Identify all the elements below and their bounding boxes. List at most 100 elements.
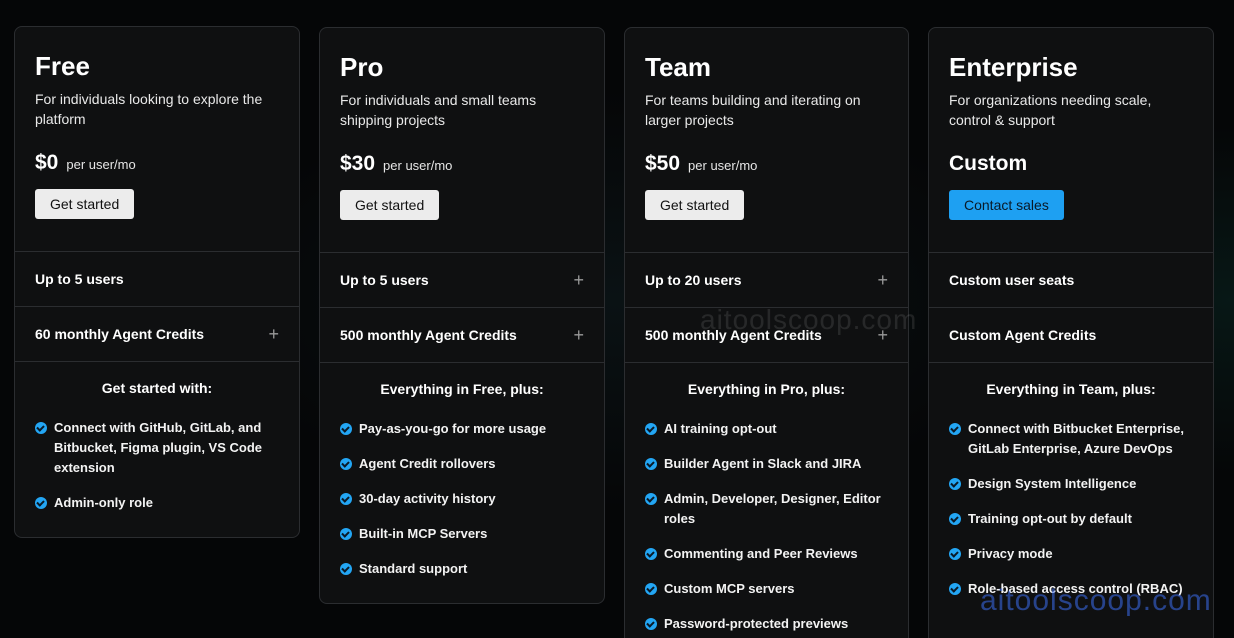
feature-label: Design System Intelligence xyxy=(968,476,1137,491)
features-section: Get started with: Connect with GitHub, G… xyxy=(15,361,299,537)
users-row[interactable]: Up to 5 users + xyxy=(320,252,604,307)
features-title: Everything in Free, plus: xyxy=(380,381,544,397)
check-circle-icon xyxy=(645,493,657,505)
check-circle-icon xyxy=(949,583,961,595)
check-circle-icon xyxy=(340,423,352,435)
credits-label: Custom Agent Credits xyxy=(949,327,1097,343)
check-circle-icon xyxy=(340,493,352,505)
price-row: Custom xyxy=(949,152,1193,182)
credits-row[interactable]: 60 monthly Agent Credits + xyxy=(15,306,299,361)
plan-description: For teams building and iterating on larg… xyxy=(645,92,861,128)
price-row: $50 per user/mo xyxy=(645,152,888,182)
feature-label: Password-protected previews xyxy=(664,616,849,631)
plan-price: Custom xyxy=(949,152,1028,175)
users-row[interactable]: Up to 20 users + xyxy=(625,252,908,307)
plan-price: $50 xyxy=(645,152,681,175)
feature-item: Training opt-out by default xyxy=(949,509,1193,529)
get-started-button[interactable]: Get started xyxy=(35,189,135,219)
check-circle-icon xyxy=(645,423,657,435)
feature-label: Custom MCP servers xyxy=(664,581,795,596)
feature-item: Privacy mode xyxy=(949,544,1193,564)
plan-header: Free For individuals looking to explore … xyxy=(15,27,299,251)
plus-icon[interactable]: + xyxy=(573,270,584,291)
plan-price: $30 xyxy=(340,152,376,175)
check-circle-icon xyxy=(340,528,352,540)
plan-name: Enterprise xyxy=(949,52,1078,82)
feature-item: Standard support xyxy=(340,559,584,579)
plan-description: For individuals and small teams shipping… xyxy=(340,92,537,128)
features-section: Everything in Free, plus: Pay-as-you-go … xyxy=(320,362,604,603)
feature-item: Custom MCP servers xyxy=(645,579,888,599)
price-row: $0 per user/mo xyxy=(35,151,279,181)
feature-label: 30-day activity history xyxy=(359,491,496,506)
watermark: aitoolscoop.com xyxy=(700,304,918,335)
price-unit: per user/mo xyxy=(383,158,453,173)
check-circle-icon xyxy=(645,583,657,595)
check-circle-icon xyxy=(645,618,657,630)
credits-row: Custom Agent Credits xyxy=(929,307,1213,362)
get-started-button[interactable]: Get started xyxy=(645,190,745,220)
users-row: Custom user seats xyxy=(929,252,1213,307)
features-title: Get started with: xyxy=(101,380,213,396)
feature-item: 30-day activity history xyxy=(340,489,584,509)
feature-label: AI training opt-out xyxy=(664,421,777,436)
check-circle-icon xyxy=(35,422,47,434)
features-section: Everything in Pro, plus: AI training opt… xyxy=(625,362,908,638)
plan-card-enterprise: Enterprise For organizations needing sca… xyxy=(928,27,1214,638)
check-circle-icon xyxy=(35,497,47,509)
users-label: Custom user seats xyxy=(949,272,1075,288)
feature-item: Agent Credit rollovers xyxy=(340,454,584,474)
plan-name: Pro xyxy=(340,52,384,82)
feature-item: Admin-only role xyxy=(35,493,279,513)
feature-label: Training opt-out by default xyxy=(968,511,1132,526)
plan-name: Team xyxy=(645,52,711,82)
feature-label: Admin-only role xyxy=(54,495,153,510)
feature-item: Built-in MCP Servers xyxy=(340,524,584,544)
contact-sales-button[interactable]: Contact sales xyxy=(949,190,1064,220)
feature-label: Connect with Bitbucket Enterprise, GitLa… xyxy=(968,421,1184,456)
plan-name: Free xyxy=(35,51,90,81)
plan-header: Enterprise For organizations needing sca… xyxy=(929,28,1213,252)
plan-description: For organizations needing scale, control… xyxy=(949,92,1152,128)
plan-header: Pro For individuals and small teams ship… xyxy=(320,28,604,252)
feature-item: Commenting and Peer Reviews xyxy=(645,544,888,564)
check-circle-icon xyxy=(340,563,352,575)
check-circle-icon xyxy=(949,513,961,525)
feature-item: Builder Agent in Slack and JIRA xyxy=(645,454,888,474)
feature-label: Built-in MCP Servers xyxy=(359,526,488,541)
credits-label: 60 monthly Agent Credits xyxy=(35,326,205,342)
check-circle-icon xyxy=(949,548,961,560)
plus-icon[interactable]: + xyxy=(268,324,279,345)
plus-icon[interactable]: + xyxy=(877,270,888,291)
users-label: Up to 5 users xyxy=(340,272,429,288)
get-started-button[interactable]: Get started xyxy=(340,190,440,220)
price-row: $30 per user/mo xyxy=(340,152,584,182)
features-title: Everything in Team, plus: xyxy=(986,381,1156,397)
feature-label: Pay-as-you-go for more usage xyxy=(359,421,547,436)
feature-label: Builder Agent in Slack and JIRA xyxy=(664,456,862,471)
feature-item: Admin, Developer, Designer, Editor roles xyxy=(645,489,888,529)
plus-icon[interactable]: + xyxy=(573,325,584,346)
plan-description: For individuals looking to explore the p… xyxy=(35,91,263,127)
feature-label: Standard support xyxy=(359,561,468,576)
price-unit: per user/mo xyxy=(66,157,136,172)
users-label: Up to 20 users xyxy=(645,272,742,288)
features-title: Everything in Pro, plus: xyxy=(687,381,846,397)
check-circle-icon xyxy=(645,548,657,560)
plan-header: Team For teams building and iterating on… xyxy=(625,28,908,252)
credits-label: 500 monthly Agent Credits xyxy=(340,327,517,343)
credits-row[interactable]: 500 monthly Agent Credits + xyxy=(320,307,604,362)
price-unit: per user/mo xyxy=(688,158,758,173)
feature-item: Connect with Bitbucket Enterprise, GitLa… xyxy=(949,419,1193,459)
feature-item: Password-protected previews xyxy=(645,614,888,634)
check-circle-icon xyxy=(340,458,352,470)
check-circle-icon xyxy=(645,458,657,470)
feature-item: AI training opt-out xyxy=(645,419,888,439)
feature-label: Commenting and Peer Reviews xyxy=(664,546,858,561)
feature-label: Admin, Developer, Designer, Editor roles xyxy=(664,491,881,526)
plan-card-free: Free For individuals looking to explore … xyxy=(14,26,300,538)
feature-item: Design System Intelligence xyxy=(949,474,1193,494)
feature-label: Connect with GitHub, GitLab, and Bitbuck… xyxy=(54,420,263,475)
plan-price: $0 xyxy=(35,151,59,174)
feature-label: Agent Credit rollovers xyxy=(359,456,496,471)
